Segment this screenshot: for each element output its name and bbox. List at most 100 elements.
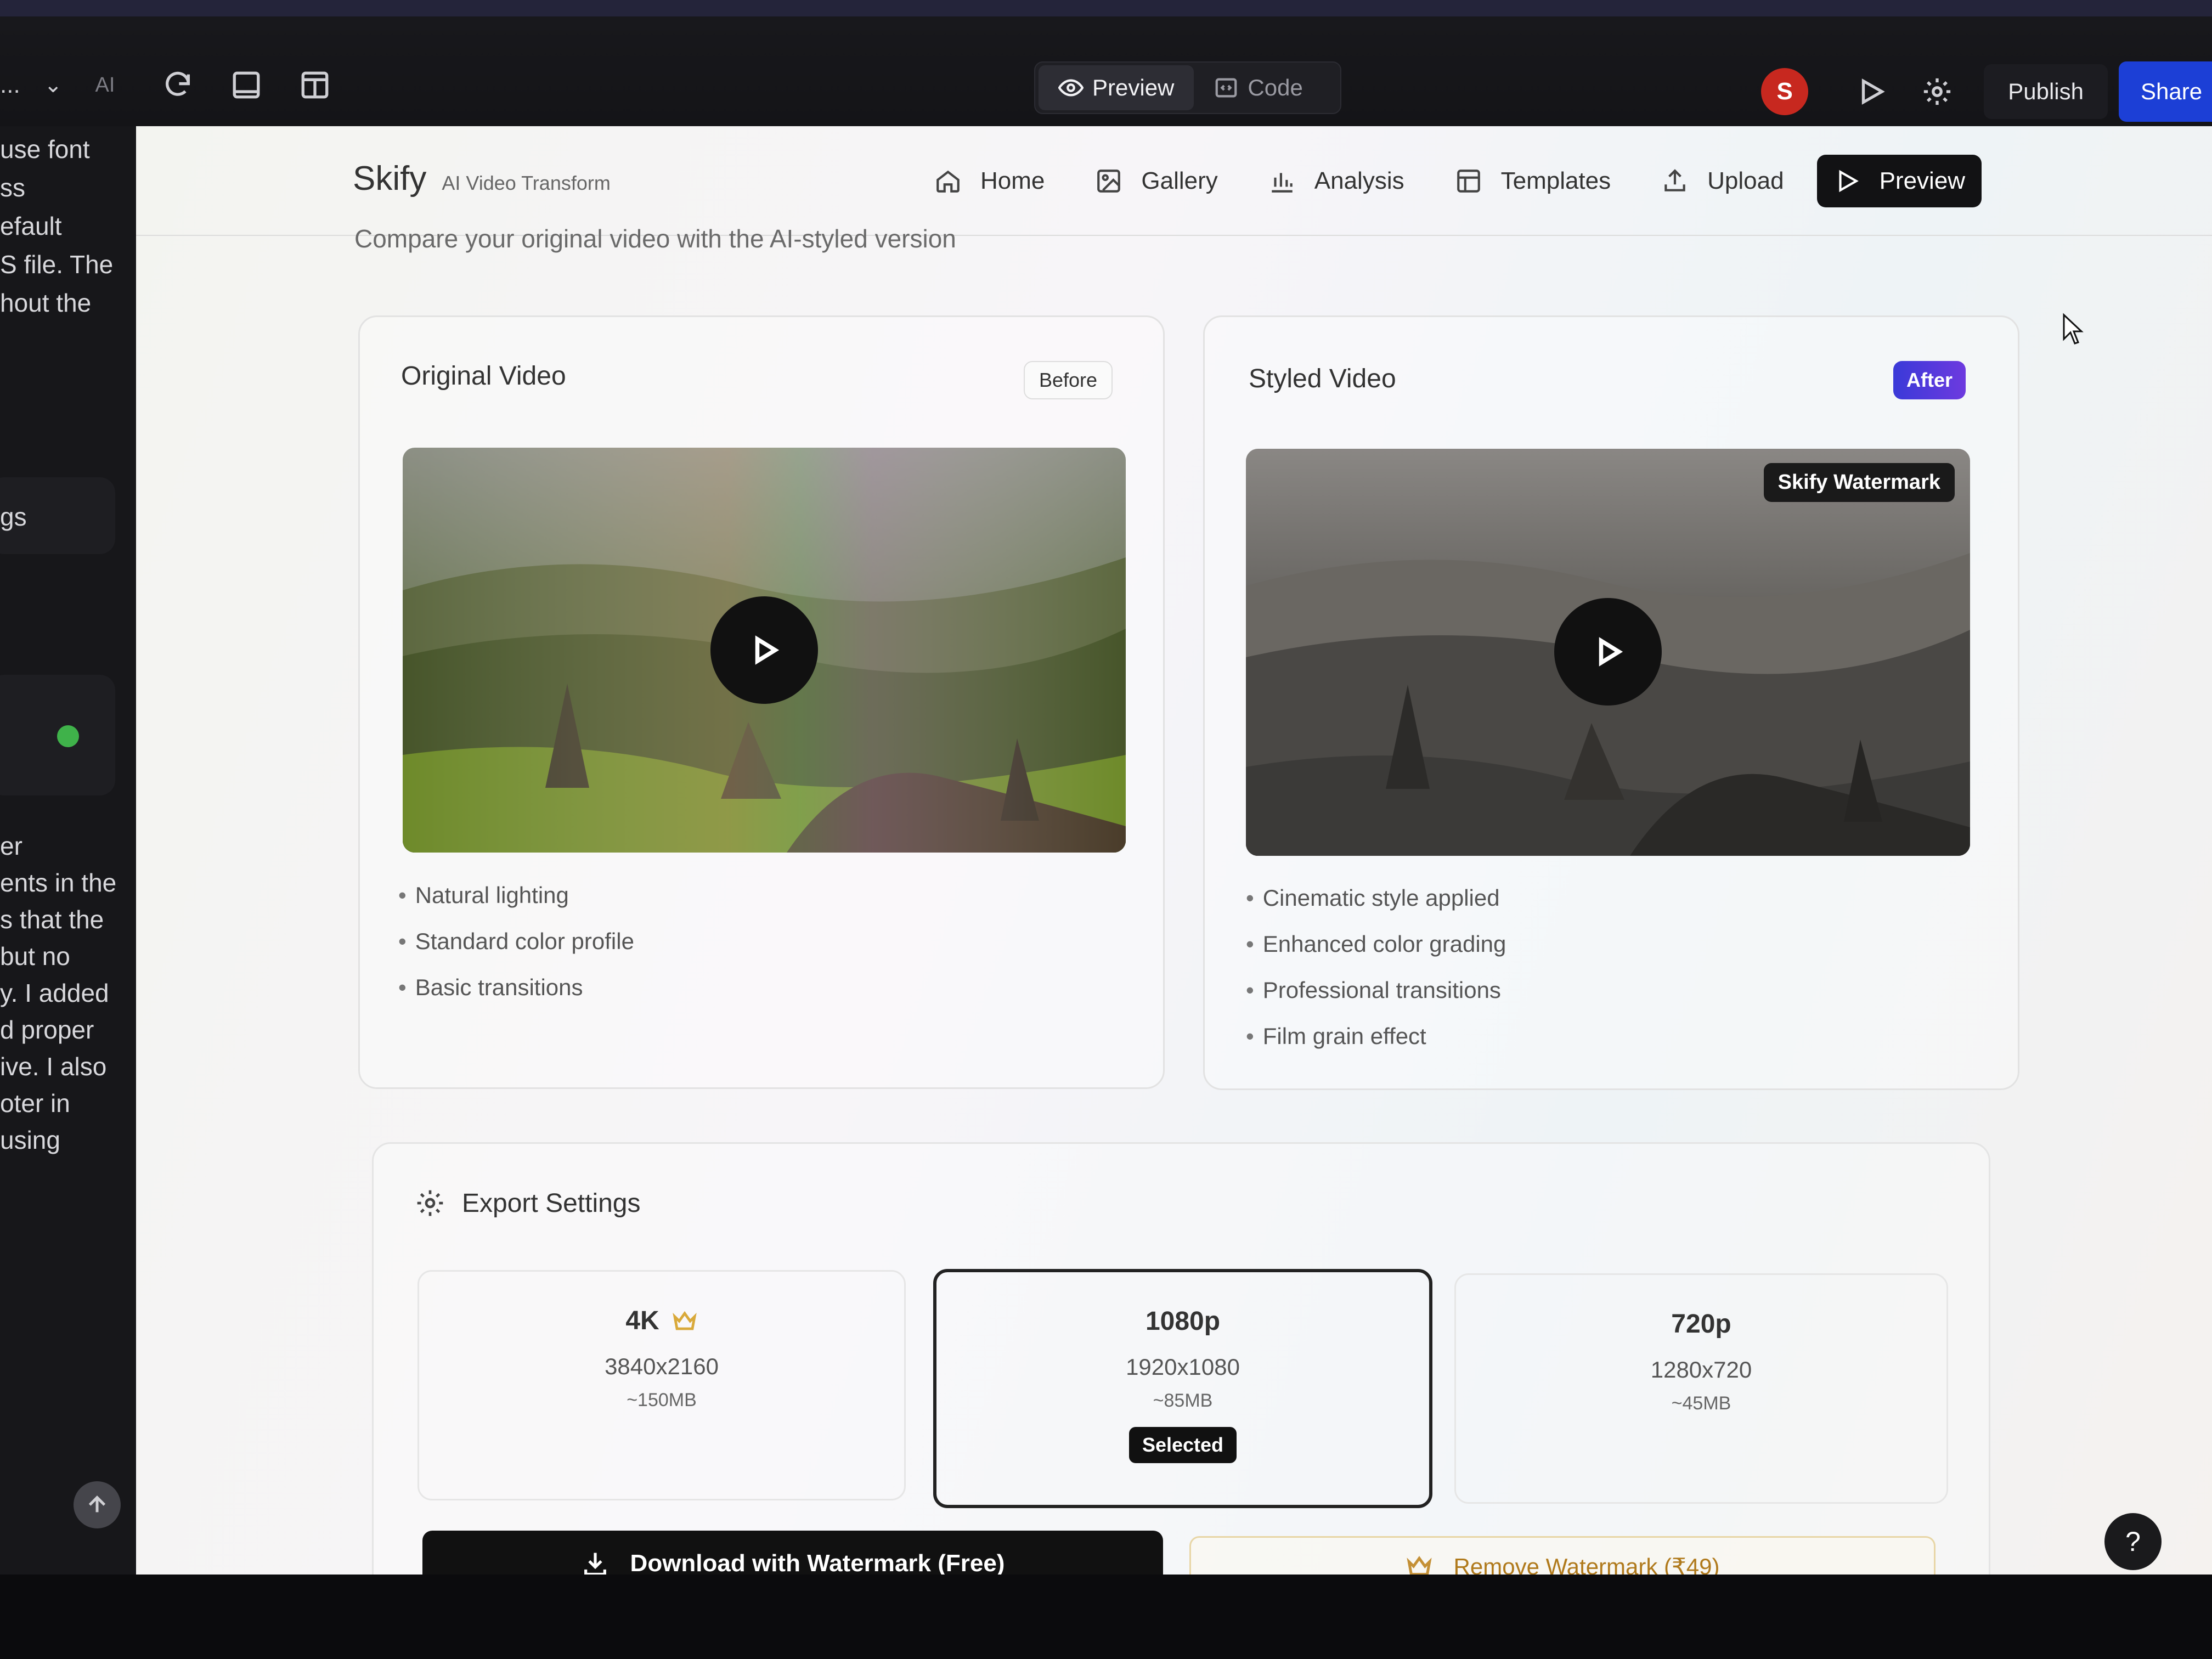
resolution-dimensions: 1280x720 — [1650, 1357, 1752, 1383]
settings-chip-label: gs — [0, 503, 27, 531]
ai-label[interactable]: AI — [95, 74, 115, 97]
chat-panel: use font ss efault S file. The hout the … — [0, 126, 136, 1659]
share-button[interactable]: Share — [2119, 61, 2212, 122]
preview-code-toggle: Preview Code — [1034, 61, 1341, 114]
resolution-option-720p[interactable]: 720p 1280x720 ~45MB — [1454, 1273, 1948, 1504]
app-preview-frame: Skify AI Video Transform Home Gallery An… — [136, 126, 2212, 1575]
remove-watermark-label: Remove Watermark (₹49) — [1453, 1553, 1720, 1575]
preview-tab-label: Preview — [1092, 75, 1175, 100]
toolbar-left-group: ... ⌄ AI — [0, 55, 334, 115]
list-item: Cinematic style applied — [1246, 885, 1506, 931]
brand-name: Skify — [353, 160, 427, 198]
layout-icon — [1457, 170, 1480, 193]
chat-text-line: oter in — [0, 1089, 70, 1118]
original-video-card: Original Video Before • Natural lighting… — [358, 315, 1165, 1089]
after-badge: After — [1893, 361, 1966, 399]
play-button[interactable] — [1554, 598, 1662, 706]
preview-tab[interactable]: Preview — [1039, 65, 1194, 110]
nav-item-gallery[interactable]: Gallery — [1095, 154, 1218, 208]
mouse-cursor-icon — [2063, 313, 2084, 345]
export-settings-title: Export Settings — [415, 1188, 641, 1218]
resolution-filesize: ~45MB — [1671, 1393, 1731, 1414]
original-video-player[interactable] — [403, 448, 1126, 853]
chat-text-line: d proper — [0, 1015, 94, 1044]
remove-watermark-button[interactable]: Remove Watermark (₹49) — [1189, 1536, 1936, 1575]
run-play-icon[interactable] — [1852, 72, 1891, 111]
upload-icon — [1664, 169, 1685, 191]
status-dot-icon — [57, 725, 79, 747]
play-icon — [1599, 637, 1623, 667]
arrow-up-icon — [88, 1496, 106, 1513]
chat-text-line: but no — [0, 942, 70, 970]
export-settings-card: Export Settings 4K 3840x2160 ~150MB 1080… — [372, 1142, 1990, 1575]
publish-button[interactable]: Publish — [1984, 64, 2108, 119]
styled-video-card: Styled Video After Skify Watermark • Cin… — [1203, 315, 2019, 1090]
list-item: Enhanced color grading — [1246, 931, 1506, 977]
code-tab[interactable]: Code — [1194, 65, 1322, 110]
resolution-filesize: ~85MB — [1153, 1390, 1213, 1411]
resolution-name: 720p — [1671, 1310, 1731, 1339]
chat-text-line: hout the — [0, 289, 92, 317]
avatar[interactable]: S — [1761, 68, 1809, 115]
play-button[interactable] — [710, 596, 818, 704]
resolution-option-1080p[interactable]: 1080p 1920x1080 ~85MB Selected — [933, 1269, 1432, 1508]
watermark-badge: Skify Watermark — [1763, 463, 1955, 502]
chat-text-line: y. I added — [0, 979, 109, 1007]
chat-text-line: ive. I also — [0, 1052, 107, 1081]
nav-label: Home — [980, 167, 1045, 194]
resolution-dimensions: 1920x1080 — [1126, 1354, 1240, 1380]
export-title-label: Export Settings — [462, 1188, 641, 1218]
help-button[interactable]: ? — [2104, 1513, 2162, 1570]
chat-text-line: S file. The — [0, 250, 114, 279]
list-item: Professional transitions — [1246, 977, 1506, 1023]
home-icon — [936, 170, 960, 193]
layout-split-icon[interactable] — [296, 66, 334, 104]
main-nav: Home Gallery Analysis Templates Upload P… — [934, 154, 1982, 208]
chat-text-line: use font — [0, 135, 90, 163]
card-title: Styled Video — [1249, 364, 1396, 393]
nav-label: Gallery — [1141, 167, 1218, 194]
bar-chart-icon — [1272, 173, 1293, 193]
resolution-name: 4K — [419, 1306, 904, 1336]
list-item: Basic transitions — [398, 974, 634, 1020]
styled-video-player[interactable]: Skify Watermark — [1246, 449, 1970, 856]
styled-features-list: Cinematic style applied Enhanced color g… — [1246, 885, 1506, 1069]
nav-item-upload[interactable]: Upload — [1661, 154, 1784, 208]
selected-badge: Selected — [1128, 1427, 1237, 1463]
nav-label: Preview — [1879, 167, 1966, 194]
scroll-up-button[interactable] — [74, 1481, 121, 1528]
chat-text-line: efault — [0, 212, 62, 240]
before-badge: Before — [1024, 361, 1113, 399]
resolution-option-4k[interactable]: 4K 3840x2160 ~150MB — [417, 1270, 906, 1500]
chat-text-line: ents in the — [0, 868, 117, 897]
project-crumb[interactable]: ... — [0, 71, 22, 99]
crown-icon — [672, 1311, 697, 1330]
crown-icon — [1406, 1556, 1432, 1575]
nav-item-home[interactable]: Home — [934, 154, 1045, 208]
chat-text-line: ss — [0, 173, 25, 202]
list-item: Film grain effect — [1246, 1023, 1506, 1069]
chevron-down-icon[interactable]: ⌄ — [44, 72, 63, 98]
nav-item-preview[interactable]: Preview — [1816, 155, 1982, 207]
gear-icon[interactable] — [1918, 72, 1956, 111]
resolution-filesize: ~150MB — [627, 1390, 697, 1410]
tablet-view-icon[interactable] — [227, 66, 266, 104]
play-icon — [755, 635, 780, 665]
refresh-icon[interactable] — [159, 66, 197, 104]
download-watermark-button[interactable]: Download with Watermark (Free) — [422, 1531, 1163, 1575]
nav-item-analysis[interactable]: Analysis — [1268, 154, 1404, 208]
download-icon — [584, 1553, 606, 1575]
app-navbar: Skify AI Video Transform Home Gallery An… — [136, 126, 2212, 236]
screen-bottom-bezel — [0, 1575, 2212, 1659]
eye-icon — [1058, 79, 1084, 97]
brand[interactable]: Skify AI Video Transform — [353, 159, 611, 198]
code-icon — [1216, 78, 1237, 98]
image-icon — [1097, 170, 1121, 193]
original-features-list: Natural lighting Standard color profile … — [398, 882, 634, 1020]
resolution-dimensions: 3840x2160 — [605, 1353, 719, 1379]
chat-text-line: s that the — [0, 905, 104, 934]
list-item: Natural lighting — [398, 882, 634, 928]
nav-label: Analysis — [1314, 167, 1404, 194]
nav-item-templates[interactable]: Templates — [1455, 154, 1611, 208]
brand-tagline: AI Video Transform — [442, 172, 611, 194]
